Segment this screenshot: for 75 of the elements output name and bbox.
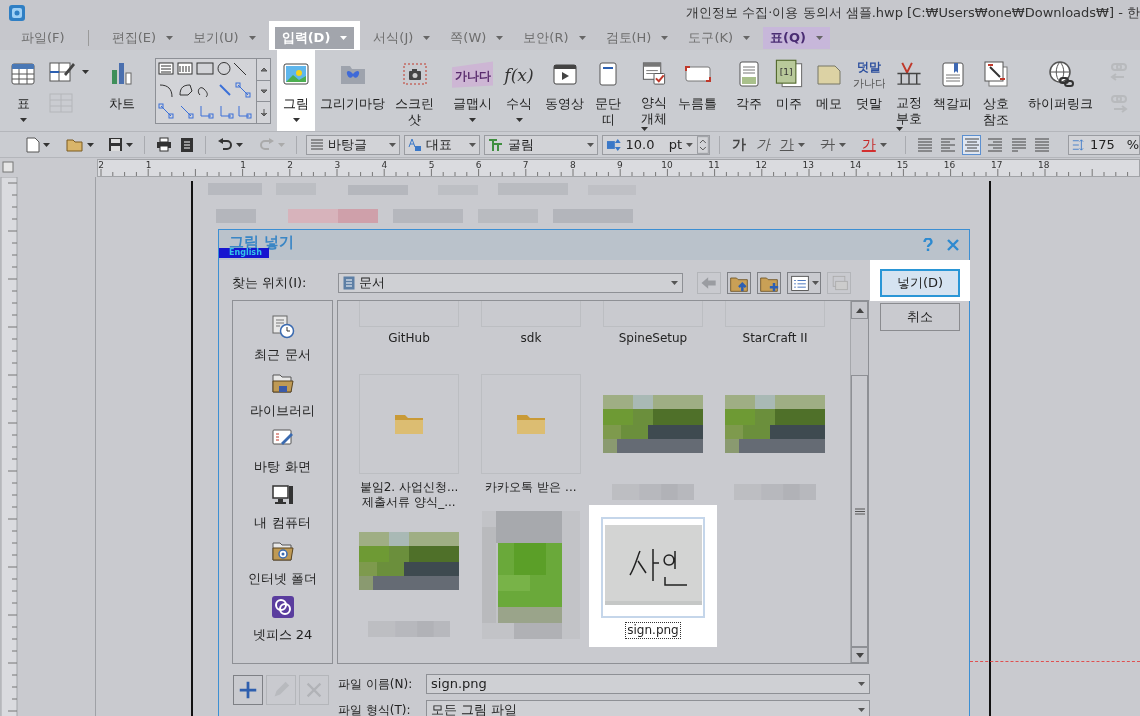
ribbon-button[interactable]: 하이퍼링크: [1023, 54, 1098, 131]
ribbon-button[interactable]: 그리기마당: [315, 54, 390, 131]
ime-badge: English: [219, 248, 269, 258]
ruler-number: 2: [98, 160, 104, 170]
style-dropdown[interactable]: 바탕글: [305, 134, 400, 155]
file-name: 카카오톡 받은 ...: [485, 480, 577, 495]
file-name: sdk: [520, 331, 542, 346]
ruler-number: 6: [475, 160, 482, 170]
language-dropdown[interactable]: 대표: [403, 134, 481, 155]
ruler-number: 7: [522, 160, 529, 170]
ruler-number: 16: [943, 160, 956, 170]
line-spacing-field[interactable]: 175 %: [1068, 134, 1140, 155]
file-name: 붙임2. 사업신청... 제출서류 양식_...: [359, 480, 459, 510]
ruler-number: 12: [755, 160, 767, 170]
color-button[interactable]: 가: [858, 134, 890, 155]
strike-button[interactable]: 가: [817, 134, 849, 155]
ruler-number: 18: [1038, 160, 1050, 170]
ribbon-button[interactable]: 가나다 글맵시: [447, 54, 498, 131]
ruler-number: 14: [849, 160, 862, 170]
window-title: 개인정보 수집·이용 동의서 샘플.hwp [C:₩Users₩one₩Downloads₩] - 한: [686, 3, 1140, 22]
place-item[interactable]: 넷피스 24: [233, 595, 332, 651]
place-item[interactable]: 내 컴퓨터: [233, 483, 332, 539]
location-label: 찾는 위치(I):: [232, 274, 308, 293]
font-dropdown[interactable]: 굴림: [484, 134, 598, 155]
ribbon-button[interactable]: f(x) 수식: [498, 54, 540, 131]
ruler-number: 13: [802, 160, 814, 170]
ribbon-button[interactable]: 표: [4, 54, 42, 131]
file-name: SpineSetup: [618, 331, 688, 346]
ribbon-button[interactable]: 교정 부호: [890, 54, 928, 131]
ribbon-button[interactable]: 차트: [103, 54, 141, 131]
file-name: StarCraft II: [742, 331, 808, 346]
file-type-label: 파일 형식(T):: [338, 702, 412, 716]
ruler-number: 15: [896, 160, 909, 170]
place-item[interactable]: 바탕 화면: [233, 427, 332, 483]
ribbon-button[interactable]: 덧말 가나다 덧말: [848, 54, 890, 131]
ruler-number: 10: [661, 160, 673, 170]
ruler-number: 17: [990, 160, 1003, 170]
ruler-number: 8: [569, 160, 576, 170]
ribbon-button[interactable]: 책갈피: [928, 54, 977, 131]
ribbon-button[interactable]: 스크린 샷: [390, 54, 439, 131]
file-name: sign.png: [625, 622, 681, 639]
place-item[interactable]: 라이브러리: [233, 371, 332, 427]
ribbon-button[interactable]: 그림: [277, 50, 315, 131]
underline-button[interactable]: 가: [776, 134, 808, 155]
file-name-field[interactable]: sign.png: [426, 674, 870, 694]
ribbon-button[interactable]: 메모: [810, 54, 848, 131]
ribbon-button[interactable]: 상호 참조: [977, 54, 1015, 131]
cancel-button[interactable]: 취소: [880, 303, 960, 331]
ribbon-button[interactable]: 양식 개체: [635, 54, 673, 131]
file-name-label: 파일 이름(N):: [338, 676, 414, 693]
ribbon-button[interactable]: [1] 미주: [768, 54, 810, 131]
font-size-field[interactable]: 10.0 pt: [601, 134, 710, 155]
ruler-number: 1: [240, 160, 246, 170]
location-dropdown[interactable]: 문서: [338, 273, 683, 293]
ruler-number: 1: [145, 160, 152, 170]
ruler-number: 5: [428, 160, 435, 170]
insert-button[interactable]: 넣기(D): [880, 269, 960, 297]
italic-button[interactable]: 가: [752, 134, 773, 155]
ruby-text-icon: 덧말 가나다: [853, 58, 885, 90]
ruler-number: 3: [334, 160, 341, 170]
ruler-number: 4: [381, 160, 388, 170]
formula-icon: f(x): [503, 58, 535, 90]
ruler-number: 2: [287, 160, 294, 170]
file-name: GitHub: [388, 331, 430, 346]
ribbon-button[interactable]: 문단 띠: [589, 54, 627, 131]
ribbon-button[interactable]: 각주: [730, 54, 768, 131]
ruler-number: 9: [617, 160, 623, 170]
ruler-number: 11: [708, 160, 720, 170]
file-type-dropdown[interactable]: 모든 그림 파일: [426, 700, 870, 716]
ribbon-button[interactable]: 누름틀: [673, 54, 722, 131]
menu-tab[interactable]: 표(Q): [763, 26, 831, 49]
bold-button[interactable]: 가: [728, 134, 749, 155]
place-item[interactable]: 인터넷 폴더: [233, 539, 332, 595]
place-item[interactable]: 최근 문서: [233, 315, 332, 371]
ribbon-button[interactable]: 동영상: [540, 54, 589, 131]
